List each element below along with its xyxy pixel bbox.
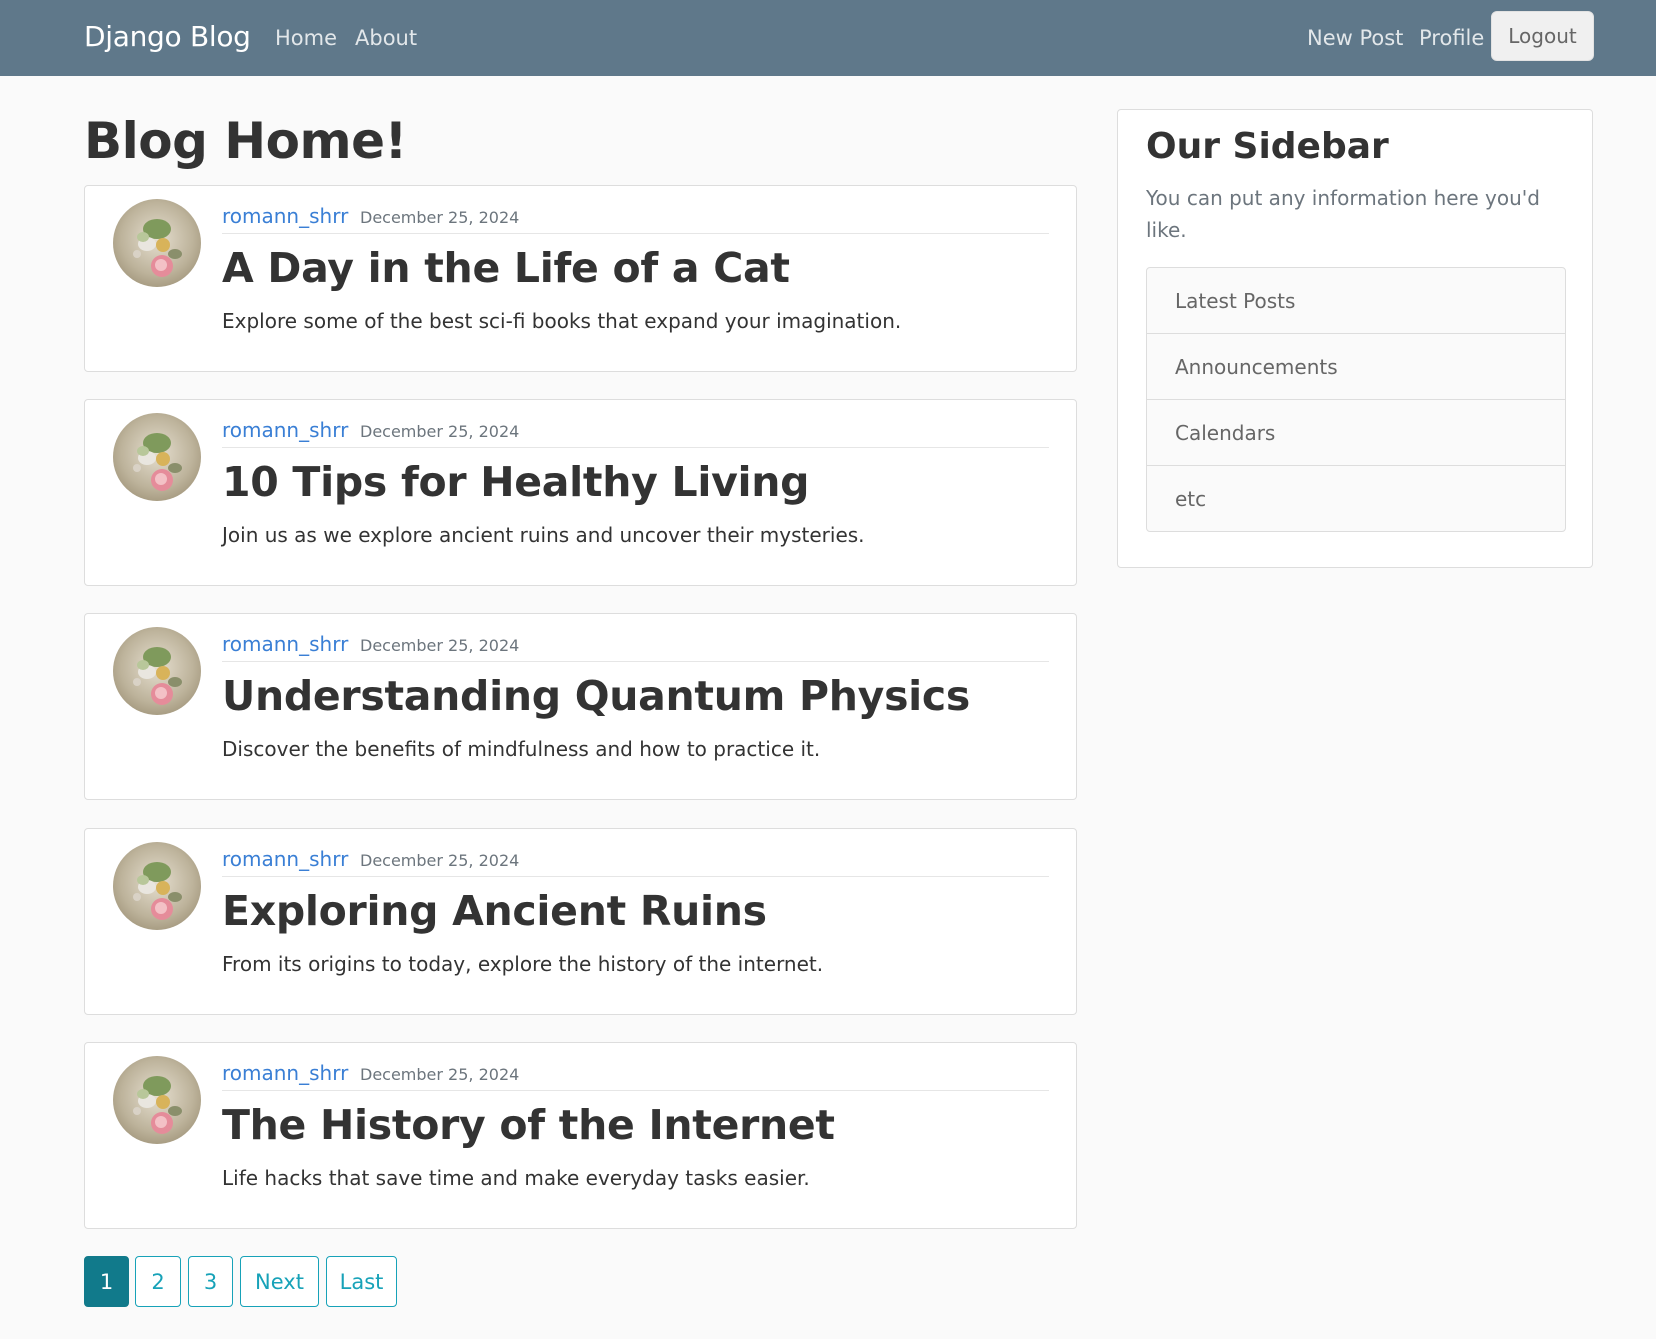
nav-link-about[interactable]: About <box>355 26 417 50</box>
post-card: romann_shrr December 25, 2024 A Day in t… <box>84 185 1077 372</box>
post-title-link[interactable]: Understanding Quantum Physics <box>222 672 970 720</box>
post-card: romann_shrr December 25, 2024 Exploring … <box>84 828 1077 1015</box>
author-link[interactable]: romann_shrr <box>222 1061 348 1085</box>
post-excerpt: From its origins to today, explore the h… <box>222 952 824 976</box>
author-link[interactable]: romann_shrr <box>222 632 348 656</box>
post-meta: romann_shrr December 25, 2024 <box>222 632 1049 662</box>
post-excerpt: Join us as we explore ancient ruins and … <box>222 523 865 547</box>
post-meta: romann_shrr December 25, 2024 <box>222 418 1049 448</box>
post-meta: romann_shrr December 25, 2024 <box>222 1061 1049 1091</box>
sidebar-list: Latest Posts Announcements Calendars etc <box>1146 267 1566 532</box>
logout-button[interactable]: Logout <box>1491 11 1594 61</box>
nav-link-profile[interactable]: Profile <box>1419 26 1484 50</box>
sidebar-item-latest-posts[interactable]: Latest Posts <box>1147 268 1565 334</box>
avatar <box>113 413 201 501</box>
author-link[interactable]: romann_shrr <box>222 418 348 442</box>
sidebar-item-announcements[interactable]: Announcements <box>1147 334 1565 400</box>
nav-link-home[interactable]: Home <box>275 26 337 50</box>
page-button-3[interactable]: 3 <box>188 1256 233 1307</box>
post-title-link[interactable]: Exploring Ancient Ruins <box>222 887 767 935</box>
post-excerpt: Life hacks that save time and make every… <box>222 1166 810 1190</box>
author-link[interactable]: romann_shrr <box>222 204 348 228</box>
post-title-link[interactable]: The History of the Internet <box>222 1101 835 1149</box>
sidebar-title: Our Sidebar <box>1146 126 1389 167</box>
sidebar-text: You can put any information here you'd l… <box>1146 186 1540 242</box>
post-excerpt: Discover the benefits of mindfulness and… <box>222 737 821 761</box>
post-date: December 25, 2024 <box>360 1065 520 1084</box>
avatar <box>113 842 201 930</box>
sidebar-item-etc[interactable]: etc <box>1147 466 1565 531</box>
nav-link-new-post[interactable]: New Post <box>1307 26 1403 50</box>
post-title-link[interactable]: A Day in the Life of a Cat <box>222 244 790 292</box>
post-card: romann_shrr December 25, 2024 Understand… <box>84 613 1077 800</box>
post-card: romann_shrr December 25, 2024 10 Tips fo… <box>84 399 1077 586</box>
post-meta: romann_shrr December 25, 2024 <box>222 847 1049 877</box>
post-card: romann_shrr December 25, 2024 The Histor… <box>84 1042 1077 1229</box>
page-title: Blog Home! <box>84 112 407 170</box>
post-date: December 25, 2024 <box>360 851 520 870</box>
avatar <box>113 1056 201 1144</box>
sidebar: Our Sidebar You can put any information … <box>1117 109 1593 568</box>
sidebar-item-calendars[interactable]: Calendars <box>1147 400 1565 466</box>
post-date: December 25, 2024 <box>360 422 520 441</box>
last-page-button[interactable]: Last <box>326 1256 397 1307</box>
avatar <box>113 627 201 715</box>
post-excerpt: Explore some of the best sci-fi books th… <box>222 309 902 333</box>
post-date: December 25, 2024 <box>360 636 520 655</box>
page-button-1[interactable]: 1 <box>84 1256 129 1307</box>
page-button-2[interactable]: 2 <box>135 1256 181 1307</box>
next-page-button[interactable]: Next <box>240 1256 319 1307</box>
navbar: Django Blog Home About New Post Profile … <box>0 0 1656 76</box>
post-meta: romann_shrr December 25, 2024 <box>222 204 1049 234</box>
avatar <box>113 199 201 287</box>
author-link[interactable]: romann_shrr <box>222 847 348 871</box>
brand-link[interactable]: Django Blog <box>84 20 251 53</box>
post-date: December 25, 2024 <box>360 208 520 227</box>
post-title-link[interactable]: 10 Tips for Healthy Living <box>222 458 810 506</box>
